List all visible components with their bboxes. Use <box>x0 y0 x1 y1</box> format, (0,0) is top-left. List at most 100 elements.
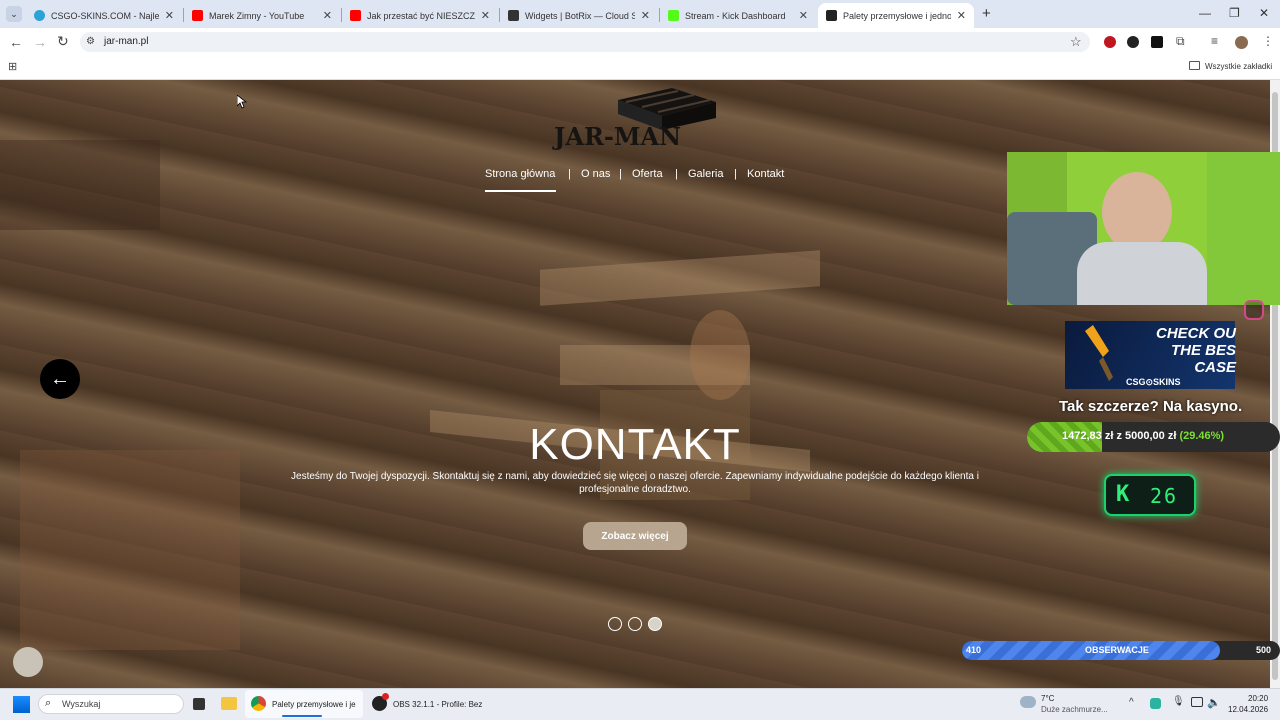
instagram-icon <box>1244 300 1264 320</box>
all-bookmarks-button[interactable]: Wszystkie zakładki <box>1205 62 1272 71</box>
network-icon[interactable] <box>1191 697 1203 707</box>
close-icon[interactable]: ✕ <box>165 9 174 22</box>
ublock-extension-icon[interactable] <box>1104 36 1116 48</box>
close-icon[interactable]: ✕ <box>641 9 650 22</box>
minimize-icon[interactable]: — <box>1199 6 1211 20</box>
nav-separator: | <box>568 168 571 180</box>
pallet-favicon-icon <box>826 10 837 21</box>
extensions-puzzle-icon[interactable]: ⧉ <box>1176 34 1185 49</box>
follower-goal-min: 410 <box>966 645 982 655</box>
apps-grid-icon[interactable]: ⊞ <box>8 60 17 73</box>
obs-recording-badge-icon <box>382 693 389 700</box>
profile-avatar[interactable] <box>1235 36 1248 49</box>
youtube-icon <box>350 10 361 21</box>
site-logo[interactable]: JAR-MAN <box>554 122 681 151</box>
nav-separator: | <box>734 168 737 180</box>
nav-about[interactable]: O nas <box>581 168 610 180</box>
nav-home[interactable]: Strona główna <box>485 168 555 180</box>
tab-title: Widgets | BotRix — Cloud Strea <box>525 10 635 21</box>
url-text[interactable]: jar-man.pl <box>104 36 148 47</box>
clock-time[interactable]: 20:20 <box>1248 694 1268 703</box>
weather-icon[interactable] <box>1020 696 1036 708</box>
bookmark-star-icon[interactable]: ☆ <box>1070 34 1082 50</box>
close-icon[interactable]: ✕ <box>957 9 966 22</box>
bookmarks-bar <box>0 56 1280 80</box>
windows-taskbar <box>0 688 1280 720</box>
tray-app-icon[interactable] <box>1150 698 1161 709</box>
tab-jar-man[interactable]: Palety przemysłowe i jednoraz ✕ <box>818 3 974 28</box>
tab-csgo-skins[interactable]: CSGO-SKINS.COM - Najlepsze ✕ <box>26 3 182 28</box>
tab-title: Jak przestać być NIESZCZĘŚLIW <box>367 10 475 21</box>
tab-title: CSGO-SKINS.COM - Najlepsze <box>51 10 159 21</box>
nav-separator: | <box>619 168 622 180</box>
back-icon[interactable]: ← <box>9 34 23 50</box>
slider-dot[interactable] <box>608 617 622 631</box>
slider-dot-active[interactable] <box>648 617 662 631</box>
menu-kebab-icon[interactable]: ⋮ <box>1262 34 1274 48</box>
close-icon[interactable]: ✕ <box>799 9 808 22</box>
site-info-icon[interactable]: ⚙ <box>86 36 95 47</box>
slider-prev-button[interactable]: ← <box>40 359 80 399</box>
hero-title: KONTAKT <box>529 420 741 469</box>
folder-icon <box>1189 61 1200 70</box>
active-nav-underline <box>485 190 556 192</box>
address-bar[interactable] <box>80 32 1090 52</box>
weather-temp: 7°C <box>1041 694 1055 703</box>
microphone-icon[interactable]: 🎙 <box>1172 696 1185 707</box>
extension-icon[interactable] <box>1151 36 1163 48</box>
extension-icon[interactable] <box>1127 36 1139 48</box>
youtube-icon <box>192 10 203 21</box>
cookie-settings-icon[interactable] <box>13 647 43 677</box>
tab-title: Marek Zimny - YouTube <box>209 10 305 21</box>
tab-title: Stream - Kick Dashboard <box>685 10 786 21</box>
task-view-icon[interactable] <box>193 698 205 710</box>
media-control-icon[interactable]: ≡ <box>1211 34 1218 48</box>
tray-chevron-icon[interactable]: ^ <box>1129 697 1134 708</box>
stream-goal-title: Tak szczerze? Na kasyno. <box>1059 398 1243 415</box>
csgo-headline: CHECK OU THE BES CASE <box>1155 325 1236 376</box>
see-more-button[interactable]: Zobacz więcej <box>583 522 687 550</box>
botrix-icon <box>508 10 519 21</box>
nav-contact[interactable]: Kontakt <box>747 168 784 180</box>
file-explorer-icon[interactable] <box>221 697 237 710</box>
goal-current: 1472,83 zł <box>1062 430 1114 442</box>
taskbar-chrome-label: Palety przemysłowe i je <box>272 700 356 709</box>
csgo-favicon-icon <box>34 10 45 21</box>
kick-viewer-count: 26 <box>1150 484 1179 508</box>
reload-icon[interactable]: ↻ <box>57 33 69 50</box>
tab-youtube-video[interactable]: Jak przestać być NIESZCZĘŚLIW ✕ <box>342 3 498 28</box>
goal-percent: (29.46%) <box>1179 430 1225 442</box>
tab-botrix[interactable]: Widgets | BotRix — Cloud Strea ✕ <box>500 3 658 28</box>
follower-goal-max: 500 <box>1256 645 1272 655</box>
kick-icon <box>668 10 679 21</box>
webcam-feed <box>1007 152 1280 305</box>
close-icon[interactable]: ✕ <box>481 9 490 22</box>
taskbar-search-input[interactable] <box>38 694 184 714</box>
tab-search-button[interactable]: ⌄ <box>6 6 22 22</box>
mouse-cursor-icon <box>237 95 247 109</box>
new-tab-icon[interactable]: + <box>982 5 991 22</box>
close-window-icon[interactable]: ✕ <box>1259 6 1269 20</box>
goal-mid: z <box>1116 430 1122 442</box>
tab-youtube-marek[interactable]: Marek Zimny - YouTube ✕ <box>184 3 340 28</box>
close-icon[interactable]: ✕ <box>323 9 332 22</box>
csgo-brand-logo: CSG⊙SKINS <box>1126 377 1181 387</box>
volume-icon[interactable]: 🔈 <box>1207 696 1221 709</box>
nav-offer[interactable]: Oferta <box>632 168 663 180</box>
follower-goal-label: OBSERWACJE <box>1085 645 1149 655</box>
clock-date[interactable]: 12.04.2026 <box>1228 705 1268 714</box>
taskbar-search-placeholder: Wyszukaj <box>62 699 101 709</box>
slider-dot[interactable] <box>628 617 642 631</box>
chrome-icon <box>251 696 266 711</box>
nav-gallery[interactable]: Galeria <box>688 168 723 180</box>
weather-description: Duże zachmurze... <box>1041 705 1108 714</box>
forward-icon[interactable]: → <box>33 34 47 50</box>
taskbar-obs-label[interactable]: OBS 32.1.1 - Profile: Bez <box>393 700 482 709</box>
windows-start-icon[interactable] <box>13 696 30 713</box>
kick-logo-icon: K <box>1116 482 1130 507</box>
search-icon: ⌕ <box>45 697 52 709</box>
tab-title: Palety przemysłowe i jednoraz <box>843 10 951 21</box>
tab-kick-dashboard[interactable]: Stream - Kick Dashboard ✕ <box>660 3 816 28</box>
restore-icon[interactable]: ❐ <box>1229 6 1240 20</box>
nav-separator: | <box>675 168 678 180</box>
